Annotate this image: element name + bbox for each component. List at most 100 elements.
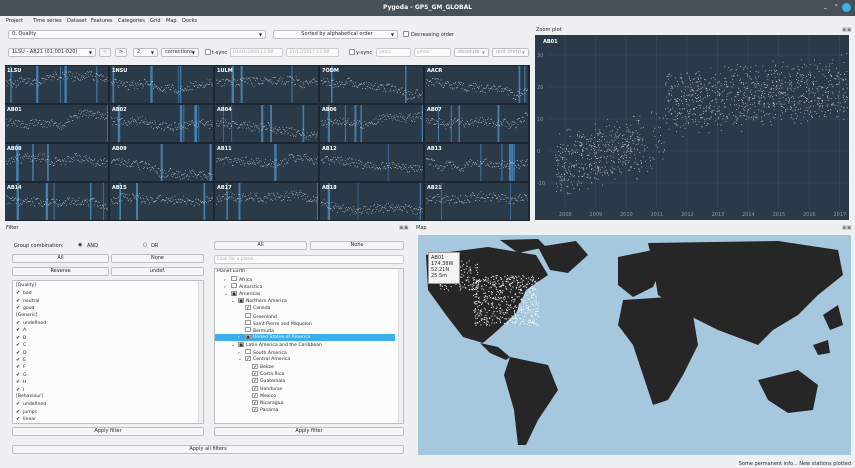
category-list[interactable]: [Quality] ✔ bad ✔ neutral ✔ good [Generic] ✔ unde… [12, 280, 204, 424]
category-item[interactable]: ✔ I [16, 387, 24, 394]
tree-row[interactable]: › ■ United States of America [215, 334, 395, 342]
timeseries-cell[interactable]: AB07 [425, 105, 528, 142]
tree-checkbox[interactable] [245, 349, 251, 354]
timeseries-cell[interactable]: 1ULM [215, 66, 318, 103]
checkbox-checked-icon[interactable]: ✔ [16, 387, 21, 393]
tree-row[interactable]: ✔ Canada [215, 305, 395, 312]
page-combo[interactable]: 1LSU - AB21 (01:001-020) ▼ [8, 48, 96, 57]
corrections-combo[interactable]: corrections ▼ [161, 48, 199, 57]
dock-controls-icon[interactable]: ▣▣ [842, 225, 851, 231]
category-item[interactable]: ✔ good [16, 305, 34, 312]
next-page-button[interactable]: > [115, 48, 127, 57]
dock-controls-icon[interactable]: ▣▣ [842, 27, 851, 33]
category-item[interactable]: ✔ neutral [16, 298, 39, 305]
checkbox-checked-icon[interactable]: ✔ [16, 379, 21, 385]
tree-checkbox[interactable]: ✔ [252, 407, 258, 413]
checkbox-checked-icon[interactable]: ✔ [16, 342, 21, 348]
ymin-field[interactable]: ymin [376, 48, 411, 57]
apply-all-filters-button[interactable]: Apply all filters [12, 445, 404, 454]
tree-row[interactable]: ⌄ ■ Latin America and the Caribbean [215, 341, 395, 349]
category-item[interactable]: ✔ B [16, 335, 26, 342]
menu-docks[interactable]: Docks [182, 18, 197, 24]
expand-arrow-icon[interactable]: ⌄ [224, 292, 231, 298]
tree-checkbox[interactable] [245, 312, 251, 318]
close-icon[interactable] [842, 3, 851, 12]
tree-row[interactable]: ✔ Costa Rica [215, 370, 395, 378]
checkbox-checked-icon[interactable]: ✔ [16, 416, 21, 422]
menu-map[interactable]: Map [166, 18, 177, 24]
category-scrollbar[interactable] [198, 281, 203, 423]
timeseries-cell[interactable]: AB06 [320, 105, 423, 142]
timeseries-cell[interactable]: AACR [425, 66, 528, 103]
prev-page-button[interactable]: < [99, 48, 111, 57]
filter-all-button[interactable]: All [12, 254, 109, 263]
checkbox-checked-icon[interactable]: ✔ [16, 327, 21, 333]
timeseries-cell[interactable]: AB08 [5, 144, 108, 181]
tree-checkbox[interactable]: ✔ [252, 370, 258, 376]
filter-none-button[interactable]: None [111, 254, 204, 263]
expand-arrow-icon[interactable]: ⌄ [238, 357, 245, 363]
checkbox-checked-icon[interactable]: ✔ [16, 357, 21, 363]
checkbox-checked-icon[interactable]: ✔ [16, 290, 21, 296]
checkbox-checked-icon[interactable]: ✔ [16, 298, 21, 304]
timeseries-cell[interactable]: AB18 [320, 183, 423, 220]
tree-checkbox[interactable]: ✔ [252, 392, 258, 398]
places-all-button[interactable]: All [214, 241, 307, 250]
places-scrollbar[interactable] [398, 269, 403, 423]
timeseries-cell[interactable]: 7ODM [320, 66, 423, 103]
category-item[interactable]: ✔ G [16, 372, 27, 379]
category-item[interactable]: ✔ A [16, 327, 26, 334]
tree-checkbox[interactable]: ✔ [252, 378, 258, 384]
menu-time-series[interactable]: Time series [33, 18, 62, 24]
category-item[interactable]: ✔ E [16, 357, 26, 364]
timeseries-cell[interactable]: AB21 [425, 183, 528, 220]
and-radio[interactable]: ◉ [78, 242, 82, 248]
tsync-checkbox[interactable] [205, 49, 211, 55]
checkbox-checked-icon[interactable]: ✔ [16, 350, 21, 356]
menu-grid[interactable]: Grid [150, 18, 161, 24]
tree-row[interactable]: ✔ Honduras [215, 385, 395, 393]
tree-checkbox[interactable]: ✔ [252, 400, 258, 406]
timeseries-cell[interactable]: AB04 [215, 105, 318, 142]
category-item[interactable]: ✔ jumps [16, 409, 37, 416]
expand-arrow-icon[interactable]: › [238, 335, 245, 341]
tree-checkbox[interactable]: ■ [238, 341, 244, 347]
columns-combo[interactable]: 2 ▼ [133, 48, 158, 57]
places-apply-filter-button[interactable]: Apply filter [214, 427, 404, 436]
world-map[interactable]: AB01 174.38W 52.21N 25.5m [418, 235, 851, 455]
ysync-checkbox[interactable] [349, 49, 355, 55]
menu-project[interactable]: Project [6, 18, 23, 24]
category-item[interactable]: ✔ D [16, 350, 27, 357]
timeseries-cell[interactable]: AB12 [320, 144, 423, 181]
ymax-field[interactable]: ymax [414, 48, 451, 57]
maximize-icon[interactable]: ˅ [835, 4, 839, 12]
tree-row[interactable]: ⌄ ■ Americas [215, 290, 395, 298]
places-tree[interactable]: Planet Earth › Africa › Antarctica ⌄ ■ America… [214, 268, 404, 424]
minimize-icon[interactable]: – [824, 4, 828, 12]
checkbox-checked-icon[interactable]: ✔ [16, 372, 21, 378]
timeseries-cell[interactable]: AB13 [425, 144, 528, 181]
tree-checkbox[interactable] [231, 276, 237, 281]
tree-row[interactable]: ⌄ ■ Northern America [215, 297, 395, 305]
zoom-plot[interactable]: 30 20 10 0 -10 2008 2009 2010 2011 2012 2013 2014 20… [535, 35, 849, 220]
category-item[interactable]: ✔ undefined [16, 320, 46, 327]
filter-undef-button[interactable]: undef. [111, 267, 204, 276]
timeseries-cell[interactable]: 1NSU [110, 66, 213, 103]
unit-combo[interactable]: unit (mm) ▼ [492, 48, 529, 57]
timeseries-cell[interactable]: AB14 [5, 183, 108, 220]
category-item[interactable]: ✔ linear [16, 416, 36, 423]
tree-row[interactable]: ✔ Panama [215, 407, 395, 414]
tree-row[interactable]: ✔ Mexico [215, 392, 395, 400]
timeseries-cell[interactable]: AB01 [5, 105, 108, 142]
timeseries-cell[interactable]: AB11 [215, 144, 318, 181]
checkbox-checked-icon[interactable]: ✔ [16, 401, 21, 407]
absolute-combo[interactable]: absolute ▼ [454, 48, 489, 57]
timeseries-cell[interactable]: AB02 [110, 105, 213, 142]
tree-row[interactable]: ✔ Nicaragua [215, 400, 395, 407]
or-radio[interactable]: ○ [143, 242, 147, 248]
tree-checkbox[interactable] [245, 327, 251, 333]
tree-checkbox[interactable]: ✔ [245, 356, 251, 362]
tree-checkbox[interactable]: ✔ [252, 385, 258, 391]
menu-categories[interactable]: Categories [118, 18, 145, 24]
checkbox-checked-icon[interactable]: ✔ [16, 364, 21, 370]
